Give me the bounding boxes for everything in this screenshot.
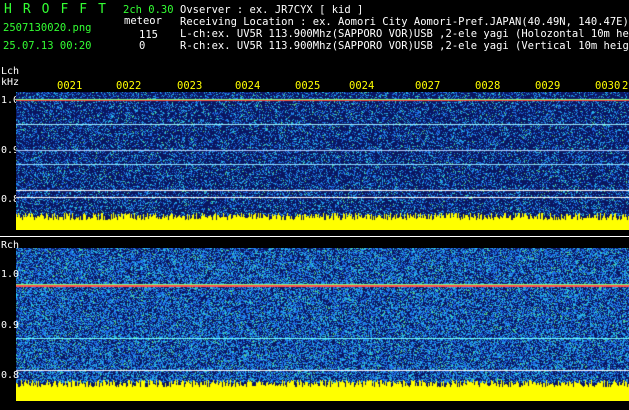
rch-ytick-1: 1.0 [1, 269, 20, 280]
xtick-3: 0023 [177, 80, 203, 92]
rch-ytick-2: 0.9 [1, 320, 20, 331]
lch-panel-label: Lch [1, 66, 20, 77]
rch-receiver-info: R-ch:ex. UV5R 113.900Mhz(SAPPORO VOR)USB… [180, 40, 629, 52]
xtick-6: 0024 [349, 80, 375, 92]
meteor-label: meteor [124, 15, 162, 27]
rch-spectrogram [16, 248, 629, 401]
app-logo: HROFFT [4, 2, 117, 17]
xtick-5: 0025 [295, 80, 321, 92]
xtick-1: 0021 [57, 80, 83, 92]
meteor-count-rch: 0 [139, 40, 146, 52]
xtick-4: 0024 [235, 80, 261, 92]
observer-info: Ovserver : ex. JR7CYX [ kid ] [180, 4, 364, 16]
rch-panel-label: Rch [1, 240, 20, 251]
filename-label: 2507130020.png [3, 22, 92, 34]
location-info: Receiving Location : ex. Aomori City Aom… [180, 16, 629, 28]
rch-ytick-3: 0.8 [1, 370, 20, 381]
xtick-7: 0027 [415, 80, 441, 92]
xtick-9: 0029 [535, 80, 561, 92]
xtick-end: 2 [622, 80, 629, 92]
xtick-8: 0028 [475, 80, 501, 92]
xtick-10: 0030 [595, 80, 621, 92]
lch-spectrogram [16, 92, 629, 230]
datetime-label: 25.07.13 00:20 [3, 40, 92, 52]
xtick-2: 0022 [116, 80, 142, 92]
panel-divider [0, 236, 629, 237]
lch-unit-label: kHz [1, 77, 20, 88]
lch-receiver-info: L-ch:ex. UV5R 113.900Mhz(SAPPORO VOR)USB… [180, 28, 629, 40]
